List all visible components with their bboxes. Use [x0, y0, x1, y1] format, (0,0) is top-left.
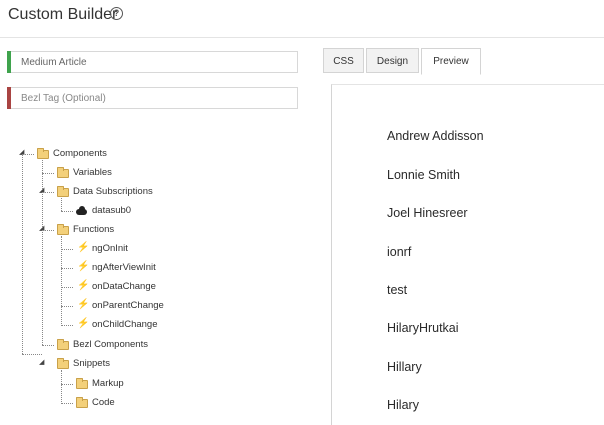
- preview-item: Hillary: [387, 360, 422, 374]
- tree-node-code[interactable]: Code: [92, 396, 115, 410]
- tree-node-function[interactable]: ngOnInit: [92, 242, 128, 256]
- component-name-value: Medium Article: [21, 57, 87, 68]
- help-icon[interactable]: ?: [110, 7, 123, 20]
- tab-design[interactable]: Design: [366, 48, 419, 73]
- tree-node-function[interactable]: ngAfterViewInit: [92, 261, 156, 275]
- tree-node-bezl-components[interactable]: Bezl Components: [73, 338, 148, 352]
- tree-node-function[interactable]: onDataChange: [92, 280, 156, 294]
- tree-node-datasub[interactable]: datasub0: [92, 204, 131, 218]
- bezl-tag-placeholder: Bezl Tag (Optional): [21, 93, 106, 104]
- lightning-icon: ⚡: [77, 299, 90, 310]
- lightning-icon: ⚡: [77, 318, 90, 329]
- bezl-tag-field[interactable]: Bezl Tag (Optional): [7, 87, 298, 109]
- preview-item: Joel Hinesreer: [387, 206, 468, 220]
- collapse-toggle[interactable]: ◢: [39, 358, 44, 366]
- lightning-icon: ⚡: [77, 280, 90, 291]
- required-indicator: [7, 87, 11, 109]
- preview-item: test: [387, 283, 408, 297]
- folder-icon: [57, 358, 69, 369]
- tree-node-markup[interactable]: Markup: [92, 377, 124, 391]
- tree-node-data-subscriptions[interactable]: Data Subscriptions: [73, 185, 153, 199]
- tree-node-snippets[interactable]: Snippets: [73, 357, 110, 371]
- lightning-icon: ⚡: [77, 242, 90, 253]
- preview-item: Lonnie Smith: [387, 168, 460, 182]
- folder-icon: [76, 397, 88, 408]
- tab-css[interactable]: CSS: [323, 48, 364, 73]
- cloud-icon: [76, 206, 87, 215]
- folder-icon: [57, 339, 69, 350]
- tree-node-function[interactable]: onParentChange: [92, 299, 164, 313]
- lightning-icon: ⚡: [77, 261, 90, 272]
- preview-item: HilaryHrutkai: [387, 321, 459, 335]
- tree-node-variables[interactable]: Variables: [73, 166, 112, 180]
- preview-item: ionrf: [387, 245, 412, 259]
- folder-icon: [57, 167, 69, 178]
- tree-node-components[interactable]: Components: [53, 147, 107, 161]
- valid-indicator: [7, 51, 11, 73]
- tree-node-functions[interactable]: Functions: [73, 223, 114, 237]
- preview-item: Hilary: [387, 398, 419, 412]
- component-name-field[interactable]: Medium Article: [7, 51, 298, 73]
- folder-icon: [37, 148, 49, 159]
- preview-panel: Andrew Addisson Lonnie Smith Joel Hinesr…: [331, 84, 604, 425]
- preview-item: Andrew Addisson: [387, 129, 484, 143]
- folder-icon: [57, 224, 69, 235]
- tab-preview[interactable]: Preview: [421, 48, 481, 75]
- folder-icon: [76, 378, 88, 389]
- folder-icon: [57, 186, 69, 197]
- page-header: Custom Builder ?: [0, 0, 604, 38]
- tree-node-function[interactable]: onChildChange: [92, 318, 158, 332]
- page-title: Custom Builder: [8, 6, 118, 23]
